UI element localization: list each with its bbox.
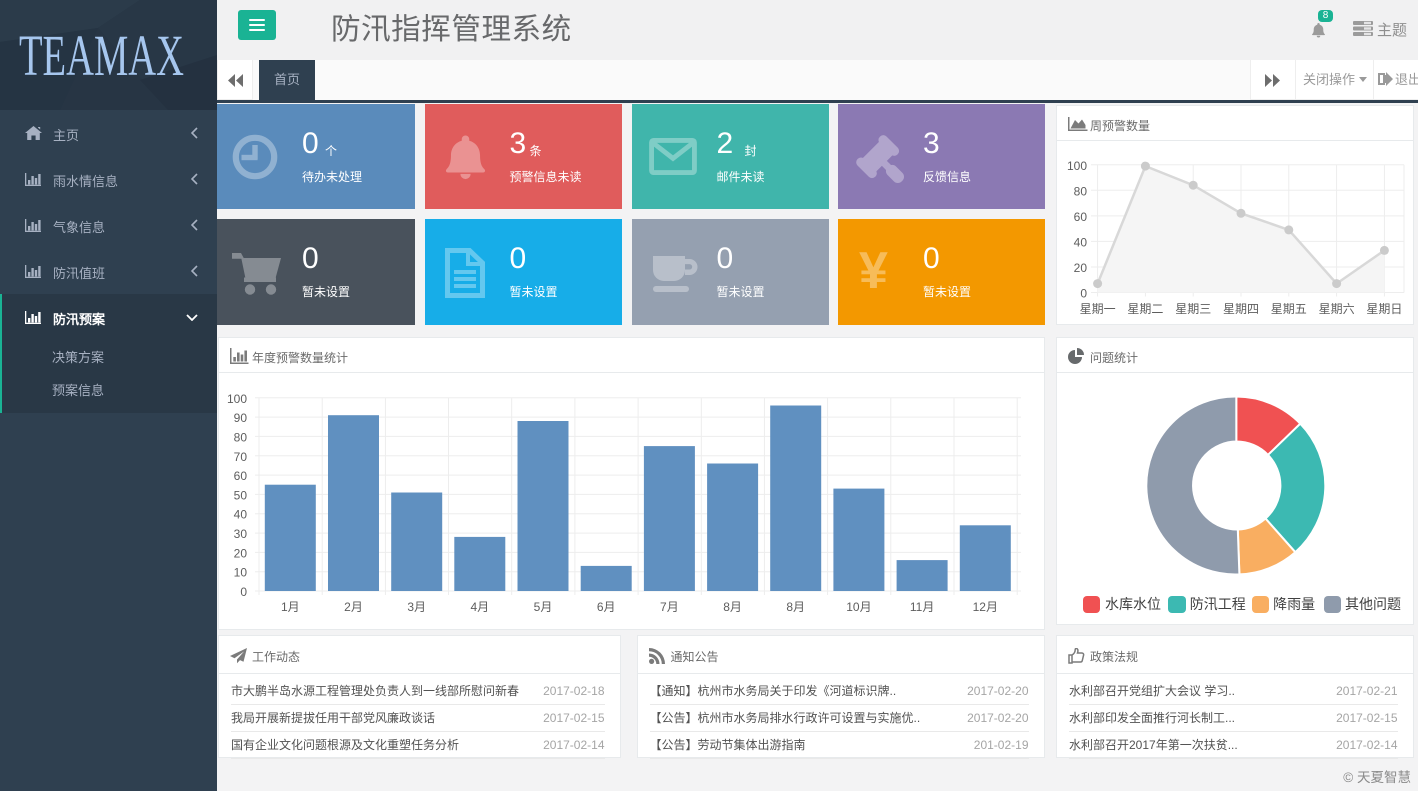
svg-text:11月: 11月 <box>910 600 934 614</box>
svg-text:3月: 3月 <box>407 600 426 614</box>
svg-text:6月: 6月 <box>597 600 616 614</box>
svg-text:40: 40 <box>1074 235 1088 249</box>
svg-text:星期二: 星期二 <box>1127 302 1163 316</box>
svg-text:10月: 10月 <box>846 600 871 614</box>
svg-text:星期日: 星期日 <box>1366 302 1402 316</box>
svg-text:星期六: 星期六 <box>1319 302 1355 316</box>
svg-text:7月: 7月 <box>660 600 679 614</box>
svg-text:0: 0 <box>1080 287 1087 301</box>
svg-text:8月: 8月 <box>786 600 805 614</box>
svg-text:星期五: 星期五 <box>1271 302 1307 316</box>
svg-text:40: 40 <box>234 508 248 522</box>
svg-text:80: 80 <box>234 430 248 444</box>
svg-text:8月: 8月 <box>723 600 742 614</box>
svg-text:20: 20 <box>1074 261 1088 275</box>
svg-text:5月: 5月 <box>534 600 553 614</box>
svg-text:80: 80 <box>1074 184 1088 198</box>
svg-text:20: 20 <box>234 546 248 560</box>
svg-text:100: 100 <box>227 392 247 406</box>
svg-text:90: 90 <box>234 411 248 425</box>
svg-text:星期三: 星期三 <box>1175 302 1211 316</box>
svg-text:2月: 2月 <box>344 600 363 614</box>
svg-text:4月: 4月 <box>470 600 489 614</box>
svg-text:10: 10 <box>234 566 248 580</box>
svg-text:0: 0 <box>240 585 247 599</box>
svg-text:100: 100 <box>1067 159 1087 173</box>
svg-text:60: 60 <box>1074 210 1088 224</box>
svg-text:12月: 12月 <box>973 600 998 614</box>
svg-text:60: 60 <box>234 469 248 483</box>
svg-text:1月: 1月 <box>281 600 300 614</box>
svg-text:星期一: 星期一 <box>1080 302 1116 316</box>
svg-text:50: 50 <box>234 488 248 502</box>
svg-text:星期四: 星期四 <box>1223 302 1259 316</box>
svg-text:30: 30 <box>234 527 248 541</box>
svg-text:70: 70 <box>234 450 248 464</box>
